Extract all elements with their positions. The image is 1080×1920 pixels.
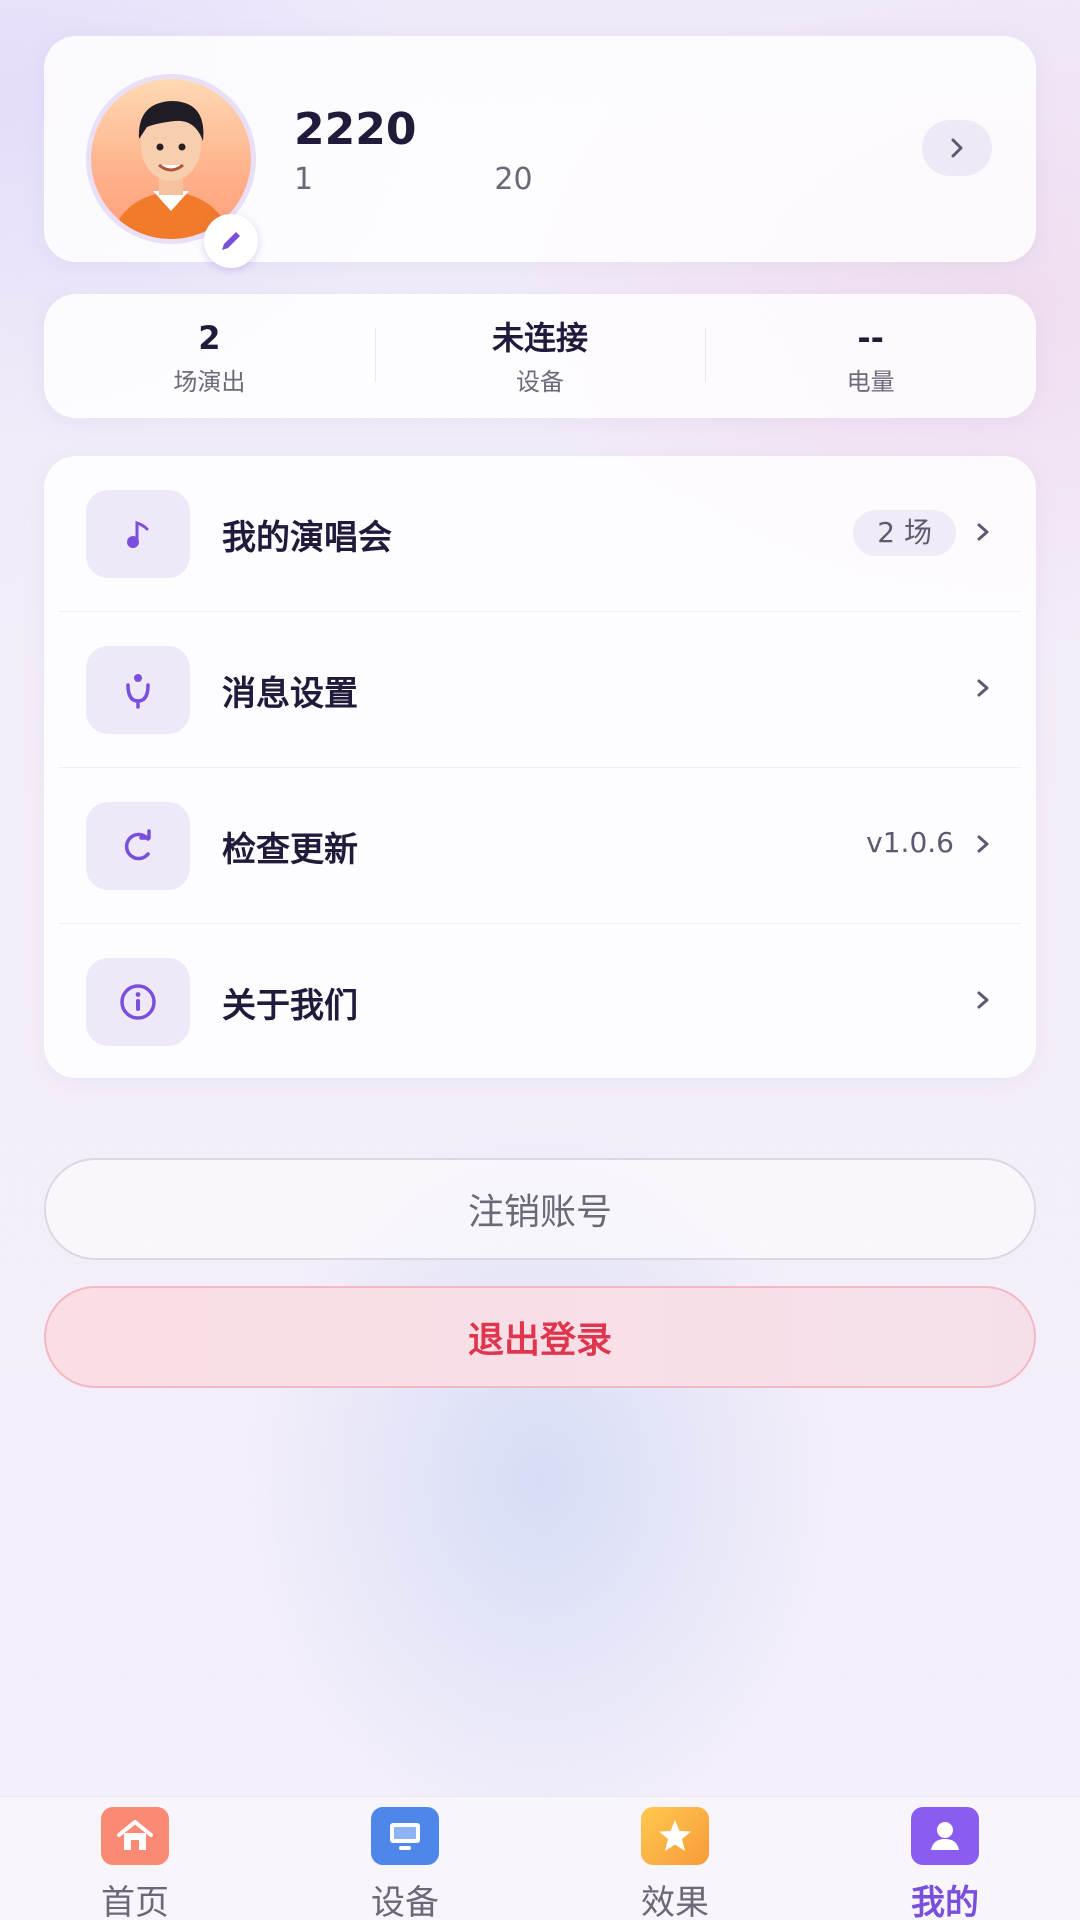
- menu-label: 关于我们: [222, 986, 358, 1026]
- version-label: v1.0.6: [866, 826, 954, 859]
- menu-item-check-update[interactable]: 检查更新 v1.0.6: [44, 768, 1036, 924]
- user-id: 1 20: [294, 162, 533, 197]
- stat-label: 电量: [846, 368, 895, 396]
- tab-profile[interactable]: 我的: [810, 1797, 1080, 1920]
- menu-item-about-us[interactable]: 关于我们: [44, 924, 1036, 1080]
- profile-icon: [911, 1807, 979, 1865]
- stat-performances: 2 场演出: [44, 294, 375, 418]
- avatar-container: [86, 74, 258, 268]
- concert-count-badge: 2 场: [853, 510, 956, 556]
- user-name: 2220: [294, 104, 417, 155]
- deactivate-account-button[interactable]: 注销账号: [44, 1158, 1036, 1260]
- info-icon: [86, 958, 190, 1046]
- bottom-tab-bar: 首页 设备 效果 我的: [0, 1796, 1080, 1920]
- notification-settings-icon: [86, 646, 190, 734]
- tab-label: 设备: [371, 1883, 439, 1920]
- profile-detail-button[interactable]: [922, 120, 992, 176]
- stat-label: 场演出: [173, 368, 246, 396]
- menu-item-my-concerts[interactable]: 我的演唱会 2 场: [44, 456, 1036, 612]
- chevron-right-icon: [951, 138, 963, 158]
- pencil-icon: [222, 232, 240, 250]
- chevron-right-icon: [977, 679, 989, 697]
- tab-home[interactable]: 首页: [0, 1797, 270, 1920]
- star-icon: [641, 1807, 709, 1865]
- tab-label: 我的: [911, 1883, 979, 1920]
- music-note-icon: [86, 490, 190, 578]
- device-icon: [371, 1807, 439, 1865]
- chevron-right-icon: [977, 523, 989, 541]
- refresh-icon: [86, 802, 190, 890]
- edit-avatar-button[interactable]: [204, 214, 258, 268]
- home-icon: [101, 1807, 169, 1865]
- menu-label: 我的演唱会: [222, 518, 392, 558]
- tab-label: 效果: [641, 1883, 709, 1920]
- stat-battery: -- 电量: [705, 294, 1036, 418]
- stat-value: 2: [198, 319, 221, 357]
- stat-device: 未连接 设备: [374, 294, 706, 418]
- stats-card: 2 场演出 未连接 设备 -- 电量: [44, 294, 1036, 418]
- tab-effects[interactable]: 效果: [540, 1797, 810, 1920]
- menu-label: 检查更新: [222, 830, 358, 870]
- chevron-right-icon: [977, 991, 989, 1009]
- menu-label: 消息设置: [222, 674, 358, 714]
- settings-menu: 我的演唱会 2 场 消息设置 检查更新 v1.0.6 关于我们: [44, 456, 1036, 1078]
- logout-button[interactable]: 退出登录: [44, 1286, 1036, 1388]
- tab-device[interactable]: 设备: [270, 1797, 540, 1920]
- stat-value: --: [857, 319, 884, 357]
- chevron-right-icon: [977, 835, 989, 853]
- stat-label: 设备: [516, 368, 564, 396]
- tab-label: 首页: [101, 1883, 169, 1920]
- menu-item-notification-settings[interactable]: 消息设置: [44, 612, 1036, 768]
- stat-value: 未连接: [492, 319, 589, 357]
- profile-card[interactable]: 2220 1 20: [44, 36, 1036, 268]
